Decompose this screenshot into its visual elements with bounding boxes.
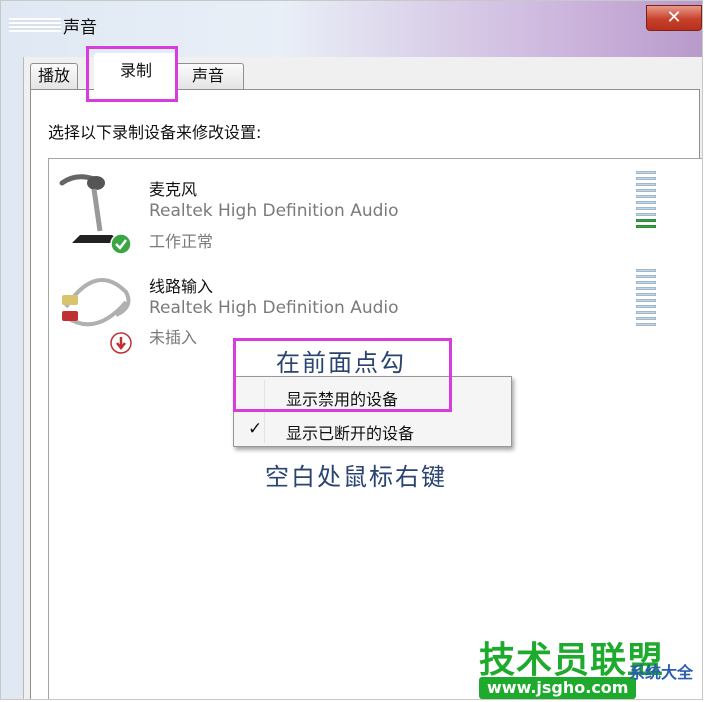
meter-segment	[636, 323, 656, 326]
meter-segment	[636, 275, 656, 278]
device-status: 工作正常	[149, 232, 214, 251]
watermark-url: www.jsgho.com	[479, 677, 637, 699]
unplugged-icon	[110, 332, 132, 354]
meter-segment	[636, 213, 656, 216]
annotation-check-hint: 在前面点勾	[276, 349, 406, 377]
window-frame: 声音 ✕ 播放 录制 声音 选择以下录制设备来修改设置: 麦克风 Realtek…	[0, 0, 703, 700]
menu-item-label: 显示已断开的设备	[286, 424, 415, 443]
meter-segment	[636, 189, 656, 192]
context-menu: 显示禁用的设备 ✓ 显示已断开的设备	[233, 376, 512, 447]
tab-playback[interactable]: 播放	[30, 63, 78, 89]
meter-segment	[636, 207, 656, 210]
menu-item-show-disconnected[interactable]: ✓ 显示已断开的设备	[234, 414, 511, 444]
meter-segment	[636, 201, 656, 204]
meter-segment	[636, 311, 656, 314]
meter-segment	[636, 317, 656, 320]
device-description: Realtek High Definition Audio	[149, 201, 399, 221]
title-bar: 声音 ✕	[1, 1, 702, 45]
meter-segment	[636, 305, 656, 308]
meter-segment	[636, 287, 656, 290]
instruction-text: 选择以下录制设备来修改设置:	[48, 123, 262, 142]
device-name: 线路输入	[149, 277, 214, 296]
meter-segment	[636, 183, 656, 186]
device-status: 未插入	[149, 328, 198, 347]
checkmark-icon: ✓	[248, 419, 263, 439]
meter-segment	[636, 177, 656, 180]
tab-recording[interactable]: 录制	[94, 53, 178, 93]
meter-segment	[636, 281, 656, 284]
meter-segment	[636, 269, 656, 272]
watermark-side-text: 系统大全	[629, 663, 694, 682]
annotation-right-click-hint: 空白处鼠标右键	[265, 463, 447, 491]
device-name: 麦克风	[149, 180, 198, 199]
meter-segment	[636, 171, 656, 174]
meter-segment	[636, 219, 656, 222]
close-button[interactable]: ✕	[646, 5, 702, 31]
meter-segment	[636, 195, 656, 198]
menu-item-show-disabled[interactable]: 显示禁用的设备	[234, 380, 511, 410]
level-meter	[636, 171, 656, 231]
meter-segment	[636, 293, 656, 296]
meter-segment	[636, 225, 656, 228]
check-icon	[110, 233, 132, 255]
meter-segment	[636, 299, 656, 302]
level-meter	[636, 269, 656, 329]
menu-item-label: 显示禁用的设备	[286, 390, 399, 409]
blurred-title-area	[9, 18, 61, 32]
tab-sounds[interactable]: 声音	[172, 63, 244, 89]
watermark-logo: 技术员联盟 www.jsgho.com 系统大全	[479, 631, 702, 699]
device-description: Realtek High Definition Audio	[149, 298, 399, 318]
window-title: 声音	[63, 18, 97, 38]
